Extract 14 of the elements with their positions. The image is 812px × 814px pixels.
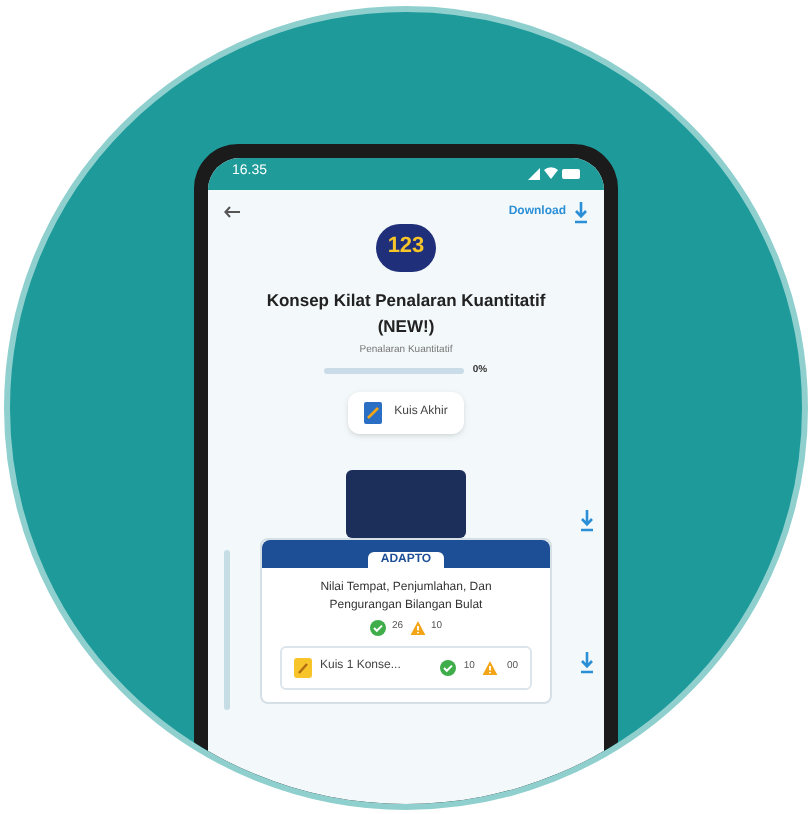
course-title: Konsep Kilat Penalaran Kuantitatif (NEW!) [264, 287, 548, 339]
download-icon[interactable] [579, 509, 593, 531]
warning-icon [409, 619, 425, 635]
quiz-icon [364, 401, 383, 423]
status-icons [528, 166, 580, 180]
download-icon[interactable] [579, 651, 593, 673]
download-icon[interactable] [574, 201, 588, 223]
logo-text: 123 [387, 232, 425, 263]
warning-icon [482, 659, 499, 675]
pencil-icon [294, 657, 312, 677]
check-icon [439, 659, 456, 675]
back-arrow-icon[interactable] [224, 206, 240, 218]
video-thumbnail-placeholder[interactable] [346, 469, 466, 537]
check-icon [369, 619, 386, 635]
